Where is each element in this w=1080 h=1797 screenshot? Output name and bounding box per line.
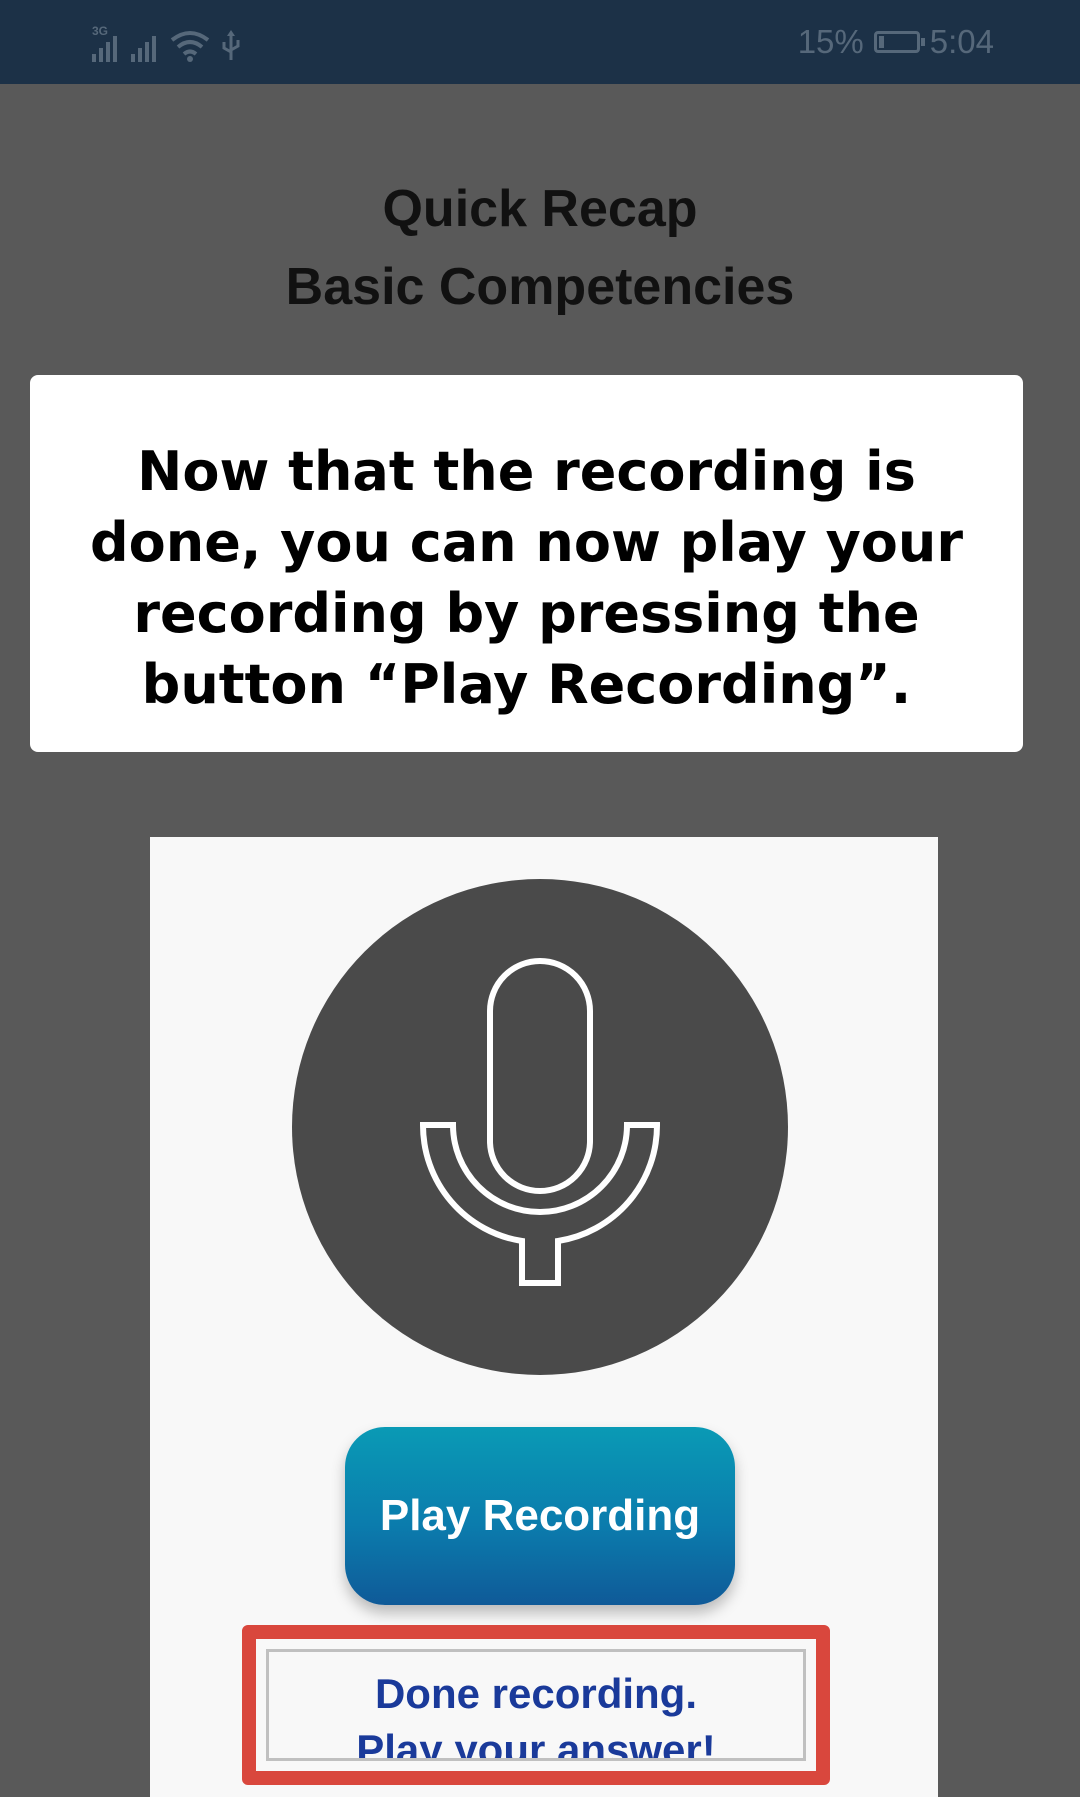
clock: 5:04: [929, 23, 994, 60]
status-icons-left: 3G: [92, 24, 242, 62]
usb-icon: [222, 30, 240, 60]
record-button[interactable]: [292, 879, 788, 1375]
microphone-icon: [419, 958, 661, 1286]
signal-icon: [131, 30, 160, 62]
recorder-card: Play Recording Done recording. Play your…: [150, 837, 938, 1797]
status-highlight-box: Done recording. Play your answer!: [242, 1625, 830, 1785]
battery-percent: 15%: [797, 23, 864, 60]
battery-icon: [873, 31, 925, 53]
signal-icon: 3G: [92, 24, 121, 62]
play-recording-button[interactable]: Play Recording: [345, 1427, 735, 1605]
network-type-label: 3G: [92, 24, 109, 38]
recording-status-message: Done recording. Play your answer!: [266, 1649, 806, 1761]
tutorial-tooltip[interactable]: Now that the recording is done, you can …: [30, 375, 1023, 752]
page-title-line-2: Basic Competencies: [285, 258, 795, 316]
page-title: Quick Recap Basic Competencies: [0, 170, 1080, 326]
status-line-2: Play your answer!: [356, 1726, 716, 1761]
status-icons-right: 15% 5:04: [798, 18, 994, 66]
battery-fill: [878, 36, 884, 48]
page-title-line-1: Quick Recap: [382, 180, 698, 238]
status-line-1: Done recording.: [374, 1670, 698, 1717]
wifi-icon: [170, 31, 210, 62]
tooltip-message: Now that the recording is done, you can …: [90, 440, 963, 716]
status-bar: 3G 15% 5:04: [0, 0, 1080, 84]
